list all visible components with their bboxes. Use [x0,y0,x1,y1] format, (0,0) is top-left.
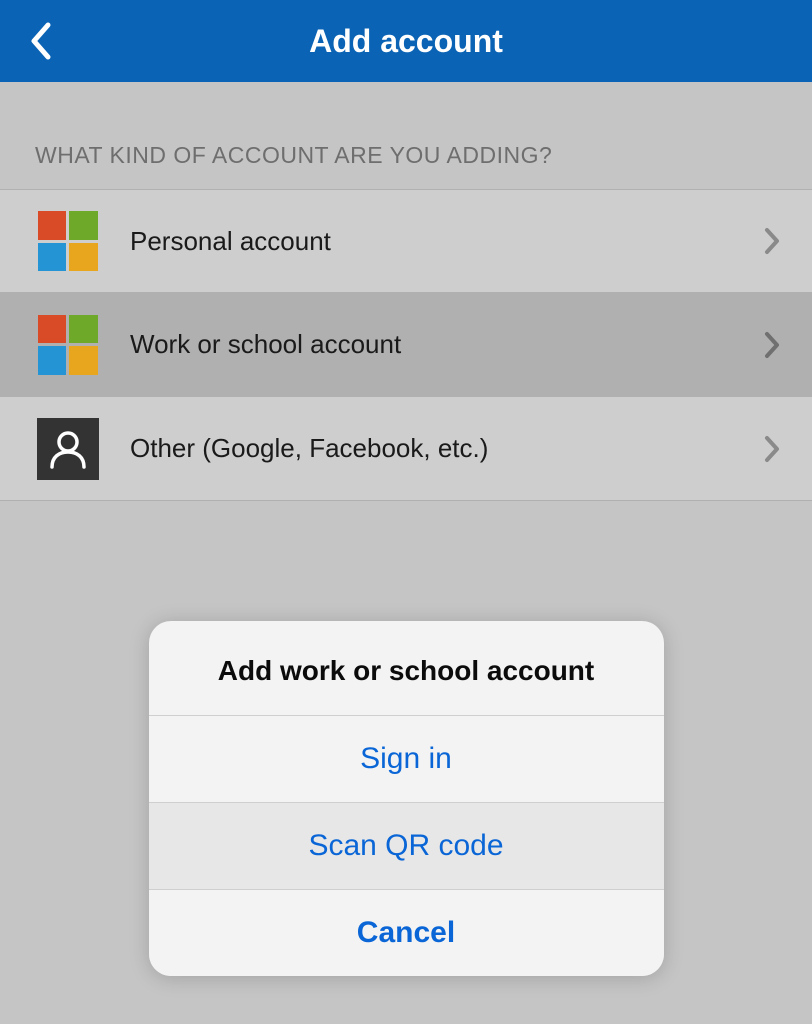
action-sheet: Add work or school account Sign in Scan … [149,621,664,976]
sheet-title: Add work or school account [149,621,664,715]
action-sheet-overlay: Add work or school account Sign in Scan … [0,0,812,1024]
cancel-button[interactable]: Cancel [149,889,664,976]
scan-qr-code-button[interactable]: Scan QR code [149,802,664,889]
sign-in-button[interactable]: Sign in [149,715,664,802]
